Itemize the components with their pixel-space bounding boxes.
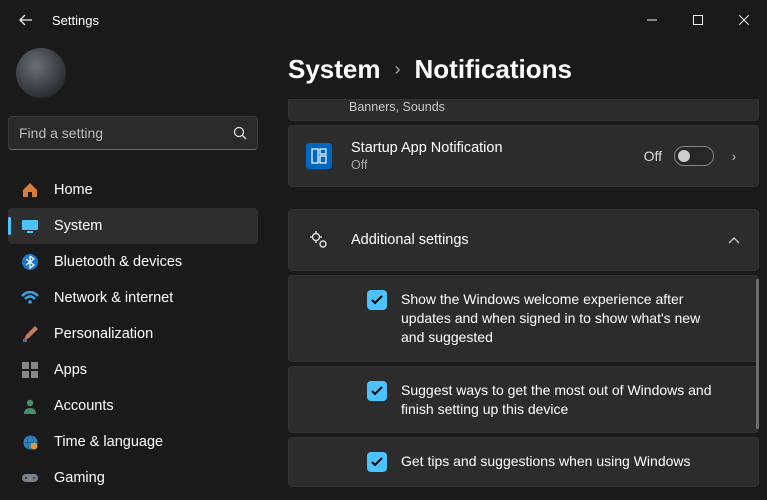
- checkbox-tips-chk[interactable]: [367, 452, 387, 472]
- avatar[interactable]: [16, 48, 66, 98]
- sidebar-item-time[interactable]: Time & language: [8, 424, 258, 460]
- close-button[interactable]: [721, 4, 767, 36]
- titlebar: Settings: [0, 0, 767, 40]
- nav-list: Home System Bluetooth & devices Network …: [8, 172, 258, 496]
- sidebar-item-accounts[interactable]: Accounts: [8, 388, 258, 424]
- breadcrumb-parent[interactable]: System: [288, 54, 381, 85]
- startup-app-icon: [305, 142, 333, 170]
- bluetooth-icon: [20, 252, 40, 272]
- breadcrumb: System › Notifications: [288, 54, 759, 85]
- checkbox-suggest-label: Suggest ways to get the most out of Wind…: [401, 381, 742, 419]
- checkbox-tips: Get tips and suggestions when using Wind…: [288, 437, 759, 487]
- close-icon: [739, 15, 749, 25]
- sidebar-item-personalization[interactable]: Personalization: [8, 316, 258, 352]
- globe-icon: [20, 432, 40, 452]
- checkbox-suggest-ways: Suggest ways to get the most out of Wind…: [288, 366, 759, 434]
- breadcrumb-current: Notifications: [415, 54, 572, 85]
- apps-icon: [20, 360, 40, 380]
- minimize-button[interactable]: [629, 4, 675, 36]
- additional-settings-header[interactable]: Additional settings: [288, 209, 759, 271]
- checkbox-welcome-label: Show the Windows welcome experience afte…: [401, 290, 742, 347]
- sidebar-item-system[interactable]: System: [8, 208, 258, 244]
- sidebar-item-gaming[interactable]: Gaming: [8, 460, 258, 496]
- checkbox-tips-label: Get tips and suggestions when using Wind…: [401, 452, 715, 471]
- startup-tile-sub: Off: [351, 158, 644, 172]
- sidebar: Home System Bluetooth & devices Network …: [0, 40, 266, 500]
- sidebar-item-network[interactable]: Network & internet: [8, 280, 258, 316]
- checkbox-welcome-experience: Show the Windows welcome experience afte…: [288, 275, 759, 362]
- search-icon: [233, 126, 247, 140]
- search-box[interactable]: [8, 116, 258, 150]
- back-arrow-icon: [19, 13, 33, 27]
- gamepad-icon: [20, 468, 40, 488]
- maximize-button[interactable]: [675, 4, 721, 36]
- additional-settings-title: Additional settings: [351, 232, 726, 248]
- system-icon: [20, 216, 40, 236]
- chevron-up-icon: [726, 232, 742, 248]
- sidebar-item-bluetooth[interactable]: Bluetooth & devices: [8, 244, 258, 280]
- startup-app-notification-tile[interactable]: Startup App Notification Off Off ›: [288, 125, 759, 187]
- home-icon: [20, 180, 40, 200]
- checkbox-welcome[interactable]: [367, 290, 387, 310]
- app-title: Settings: [52, 13, 99, 28]
- gears-icon: [305, 226, 333, 254]
- content: System › Notifications Banners, Sounds S…: [266, 40, 767, 500]
- chevron-right-icon: ›: [726, 148, 742, 164]
- search-input[interactable]: [19, 125, 233, 141]
- settings-scroll-area: Banners, Sounds Startup App Notification…: [288, 99, 759, 491]
- startup-tile-title: Startup App Notification: [351, 140, 644, 156]
- chevron-right-icon: ›: [395, 59, 401, 80]
- scrollbar[interactable]: [756, 99, 759, 491]
- brush-icon: [20, 324, 40, 344]
- person-icon: [20, 396, 40, 416]
- checkbox-suggest[interactable]: [367, 381, 387, 401]
- startup-toggle[interactable]: [674, 146, 714, 166]
- partial-tile-subtext: Banners, Sounds: [349, 100, 445, 114]
- wifi-icon: [20, 288, 40, 308]
- sidebar-item-apps[interactable]: Apps: [8, 352, 258, 388]
- sidebar-item-home[interactable]: Home: [8, 172, 258, 208]
- startup-toggle-label: Off: [644, 148, 662, 164]
- back-button[interactable]: [8, 2, 44, 38]
- partial-tile[interactable]: Banners, Sounds: [288, 99, 759, 121]
- maximize-icon: [693, 15, 703, 25]
- minimize-icon: [647, 15, 657, 25]
